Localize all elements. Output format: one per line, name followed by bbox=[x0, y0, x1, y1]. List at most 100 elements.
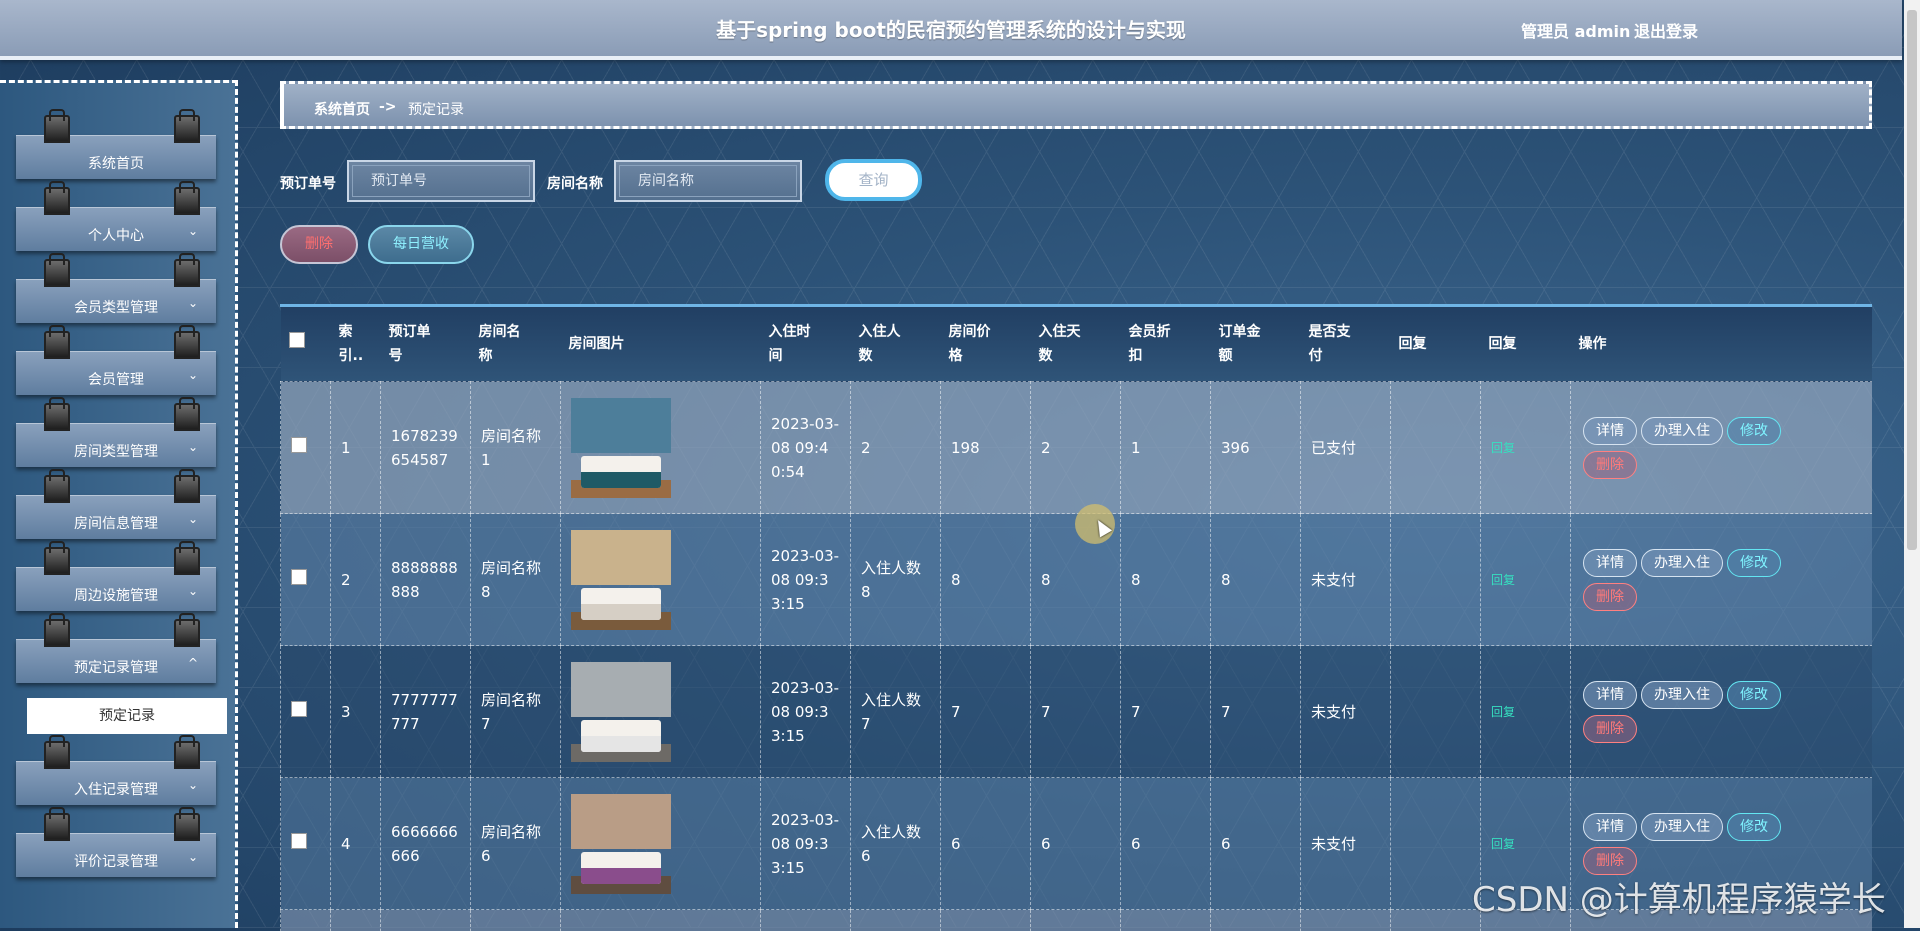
room-name-input[interactable] bbox=[614, 160, 802, 202]
checkin-button[interactable]: 办理入住 bbox=[1641, 549, 1723, 577]
cell-reply-empty bbox=[1391, 514, 1481, 646]
cell-room-image bbox=[561, 646, 761, 778]
detail-button[interactable]: 详情 bbox=[1583, 549, 1637, 577]
edit-button[interactable]: 修改 bbox=[1727, 681, 1781, 709]
sidebar-item-7[interactable]: 预定记录管理^ bbox=[16, 639, 216, 683]
row-checkbox[interactable] bbox=[291, 569, 307, 585]
cell-room-image bbox=[561, 778, 761, 910]
binder-clip-icon bbox=[44, 813, 70, 841]
delete-button[interactable]: 删除 bbox=[1583, 583, 1637, 611]
row-checkbox[interactable] bbox=[291, 833, 307, 849]
sidebar-item-label: 评价记录管理 bbox=[16, 851, 216, 871]
scrollbar-thumb[interactable] bbox=[1907, 10, 1917, 550]
sidebar-item-6[interactable]: 周边设施管理⌄ bbox=[16, 567, 216, 611]
daily-revenue-button[interactable]: 每日营收 bbox=[368, 225, 474, 264]
cell-paid: 未支付 bbox=[1301, 514, 1391, 646]
row-select[interactable] bbox=[281, 778, 331, 910]
cell-days: 7 bbox=[1031, 646, 1121, 778]
binder-clip-icon bbox=[174, 115, 200, 143]
cell-reply-empty bbox=[1391, 646, 1481, 778]
room-photo bbox=[571, 794, 671, 894]
sidebar-item-3[interactable]: 会员管理⌄ bbox=[16, 351, 216, 395]
cell-room-name: 房间名称7 bbox=[471, 646, 561, 778]
sidebar-item-5[interactable]: 房间信息管理⌄ bbox=[16, 495, 216, 539]
sidebar-item-label: 周边设施管理 bbox=[16, 585, 216, 605]
cell-order-no: 1678239654587 bbox=[381, 382, 471, 514]
header-index: 索 引.. bbox=[331, 307, 381, 382]
cell-discount: 6 bbox=[1121, 778, 1211, 910]
cell-price: 7 bbox=[941, 646, 1031, 778]
logout-link[interactable]: 退出登录 bbox=[1634, 18, 1698, 42]
breadcrumb-current: 预定记录 bbox=[408, 99, 464, 119]
sidebar-item-0[interactable]: 系统首页 bbox=[16, 135, 216, 179]
row-checkbox[interactable] bbox=[291, 437, 307, 453]
sidebar-item-label: 房间信息管理 bbox=[16, 513, 216, 533]
binder-clip-icon bbox=[174, 475, 200, 503]
cell-amount: 6 bbox=[1211, 778, 1301, 910]
cell-reply: 回复 bbox=[1481, 514, 1571, 646]
row-select[interactable] bbox=[281, 514, 331, 646]
cell-checkin-time: 2023-03-08 09:33:15 bbox=[761, 646, 851, 778]
reply-link[interactable]: 回复 bbox=[1491, 705, 1515, 719]
query-button[interactable]: 查询 bbox=[825, 159, 922, 201]
detail-button[interactable]: 详情 bbox=[1583, 681, 1637, 709]
chevron-icon: ⌄ bbox=[188, 778, 198, 792]
order-no-input[interactable] bbox=[347, 160, 535, 202]
cell-days: 6 bbox=[1031, 778, 1121, 910]
breadcrumb-home[interactable]: 系统首页 bbox=[314, 99, 370, 119]
edit-button[interactable]: 修改 bbox=[1727, 549, 1781, 577]
checkin-button[interactable]: 办理入住 bbox=[1641, 681, 1723, 709]
cell-room-name: 房间名称8 bbox=[471, 514, 561, 646]
room-photo bbox=[571, 398, 671, 498]
submenu-item-booking-records[interactable]: 预定记录 bbox=[27, 698, 227, 734]
batch-delete-button[interactable]: 删除 bbox=[280, 225, 358, 264]
cell-people: 入住人数6 bbox=[851, 778, 941, 910]
reply-link[interactable]: 回复 bbox=[1491, 441, 1515, 455]
chevron-icon: ^ bbox=[188, 656, 198, 670]
cell-amount: 396 bbox=[1211, 382, 1301, 514]
sidebar-item-4[interactable]: 房间类型管理⌄ bbox=[16, 423, 216, 467]
detail-button[interactable]: 详情 bbox=[1583, 417, 1637, 445]
cell-people: 2 bbox=[851, 382, 941, 514]
checkin-button[interactable]: 办理入住 bbox=[1641, 417, 1723, 445]
cell-people: 入住人数7 bbox=[851, 646, 941, 778]
edit-button[interactable]: 修改 bbox=[1727, 813, 1781, 841]
row-checkbox[interactable] bbox=[291, 701, 307, 717]
checkin-button[interactable]: 办理入住 bbox=[1641, 813, 1723, 841]
sidebar-item-2[interactable]: 会员类型管理⌄ bbox=[16, 279, 216, 323]
cell-checkin-time: 2023-03-08 09:33:15 bbox=[761, 778, 851, 910]
chevron-icon: ⌄ bbox=[188, 850, 198, 864]
binder-clip-icon bbox=[174, 259, 200, 287]
delete-button[interactable]: 删除 bbox=[1583, 451, 1637, 479]
breadcrumb-separator: -> bbox=[379, 99, 397, 115]
binder-clip-icon bbox=[44, 259, 70, 287]
table-header-row: 索 引.. 预订单 号 房间名 称 房间图片 入住时 间 入住人 数 房间价 格… bbox=[281, 307, 1873, 382]
header-checkin-time: 入住时 间 bbox=[761, 307, 851, 382]
reply-link[interactable]: 回复 bbox=[1491, 573, 1515, 587]
select-all-checkbox[interactable] bbox=[289, 332, 305, 348]
header-select-all[interactable] bbox=[281, 307, 331, 382]
cell-amount: 7 bbox=[1211, 646, 1301, 778]
cell-days: 2 bbox=[1031, 382, 1121, 514]
cell-operations: 详情办理入住修改删除 bbox=[1571, 382, 1873, 514]
cell-reply-empty bbox=[1391, 778, 1481, 910]
row-select[interactable] bbox=[281, 646, 331, 778]
header-room-name: 房间名 称 bbox=[471, 307, 561, 382]
cell-people: 入住人数8 bbox=[851, 514, 941, 646]
row-select[interactable] bbox=[281, 382, 331, 514]
cell-room-image bbox=[561, 382, 761, 514]
sidebar-item-8[interactable]: 入住记录管理⌄ bbox=[16, 761, 216, 805]
detail-button[interactable]: 详情 bbox=[1583, 813, 1637, 841]
cell-paid: 已支付 bbox=[1301, 382, 1391, 514]
chevron-icon: ⌄ bbox=[188, 584, 198, 598]
sidebar-item-9[interactable]: 评价记录管理⌄ bbox=[16, 833, 216, 877]
reply-link[interactable]: 回复 bbox=[1491, 837, 1515, 851]
cell-index: 2 bbox=[331, 514, 381, 646]
cell-room-image bbox=[561, 514, 761, 646]
page-scrollbar[interactable] bbox=[1904, 0, 1920, 928]
delete-button[interactable]: 删除 bbox=[1583, 847, 1637, 875]
cell-discount: 8 bbox=[1121, 514, 1211, 646]
edit-button[interactable]: 修改 bbox=[1727, 417, 1781, 445]
delete-button[interactable]: 删除 bbox=[1583, 715, 1637, 743]
sidebar-item-1[interactable]: 个人中心⌄ bbox=[16, 207, 216, 251]
